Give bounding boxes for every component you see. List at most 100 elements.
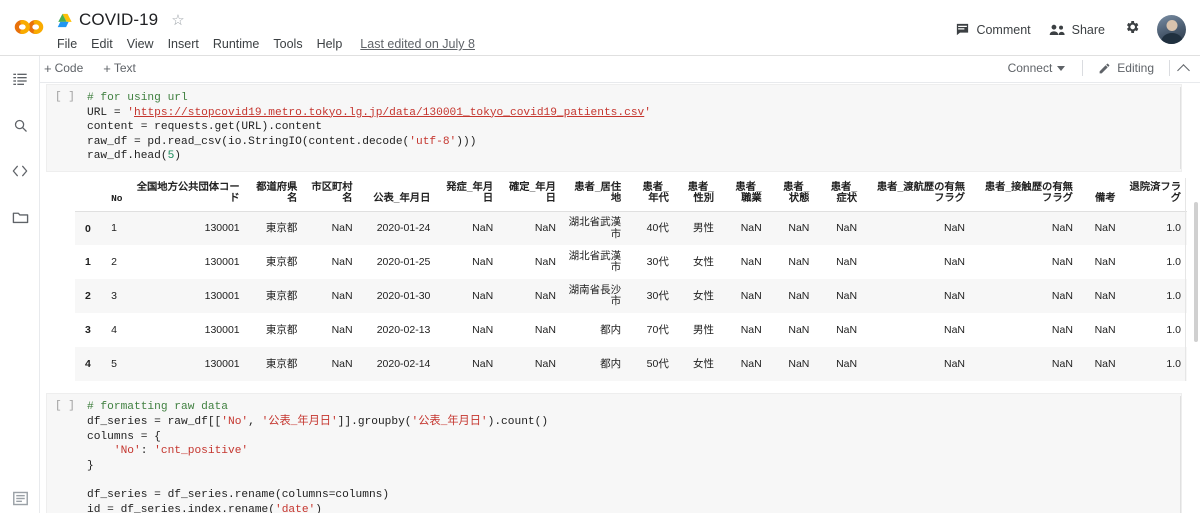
add-code-cell-button[interactable]: + Code [40,60,87,76]
page-title[interactable]: COVID-19 [79,10,158,30]
dataframe-cell: 30代 [646,289,669,302]
menu-insert[interactable]: Insert [168,37,199,51]
dataframe-column-header: 患者_年代 [627,179,675,212]
dataframe-cell: NaN [1051,323,1073,336]
dataframe-column-header: 全国地方公共団体コード [127,179,246,212]
colab-logo[interactable] [12,16,46,38]
code-token: id = df_series.index.rename( [87,503,275,513]
dataframe-cell: NaN [943,255,965,268]
code-token: https://stopcovid19.metro.tokyo.lg.jp/da… [134,106,645,119]
dataframe-cell: 130001 [204,221,240,234]
run-button-1[interactable]: [ ] [55,91,81,103]
notebook-toolbar: + Code + Text Connect Editing [0,56,1200,83]
dataframe-cell: NaN [1051,357,1073,370]
dataframe-cell: 70代 [646,323,669,336]
output-divider [1185,177,1186,382]
menu-file[interactable]: File [57,37,77,51]
code-token: # formatting raw data [87,401,228,414]
code-token: : [140,445,155,458]
dataframe-cell: 30代 [646,255,669,268]
code-token: raw_df = pd.read_csv(io.StringIO(content… [87,135,410,148]
settings-button[interactable] [1116,13,1148,46]
sidebar-item-files[interactable] [0,200,40,234]
dataframe-cell: NaN [788,255,810,268]
toolbar-divider [1082,60,1084,76]
star-icon[interactable]: ☆ [171,13,184,28]
dataframe-cell: NaN [472,323,494,336]
output-scrollbar[interactable] [1194,201,1198,342]
menu-bar: File Edit View Insert Runtime Tools Help… [57,35,475,53]
dataframe-column-header: 患者_居住地 [561,179,628,212]
dataframe-cell: NaN [836,289,858,302]
code-cell-1[interactable]: [ ] # for using url URL = 'https://stopco… [41,84,1200,385]
dataframe-cell: 女性 [693,357,715,370]
dataframe-cell: 1.0 [1166,255,1181,268]
title-block: COVID-19 ☆ File Edit View Insert Runtime… [57,8,475,53]
add-text-label: Text [113,61,136,75]
menu-view[interactable]: View [127,37,154,51]
code-cell-2[interactable]: [ ] # formatting raw data df_series = raw… [41,393,1200,513]
dataframe-cell: NaN [740,357,762,370]
dataframe-cell: NaN [331,221,353,234]
code-text-1[interactable]: # for using url URL = 'https://stopcovid1… [87,91,1181,164]
dataframe-column-header: 患者_渡航歴の有無フラグ [863,179,971,212]
dataframe-cell: 130001 [204,255,240,268]
add-text-cell-button[interactable]: + Text [99,60,140,76]
dataframe-cell: NaN [1094,221,1116,234]
code-line: content = requests.get(URL).content [87,120,1181,135]
menu-edit[interactable]: Edit [91,37,113,51]
editing-button[interactable]: Editing [1092,59,1160,77]
connect-label: Connect [1007,61,1053,75]
dataframe-cell: 4 [111,323,117,336]
chevron-up-icon[interactable] [1177,63,1190,77]
code-token: ' [127,106,135,119]
dataframe-cell: 東京都 [265,323,298,336]
comment-button[interactable]: Comment [946,17,1039,42]
dataframe-cell: NaN [331,357,353,370]
cell-divider [1180,396,1181,513]
dataframe-cell: NaN [472,221,494,234]
dataframe-cell: NaN [943,323,965,336]
notebook-body: [ ] # for using url URL = 'https://stopco… [41,84,1200,513]
sidebar-item-search[interactable] [0,108,40,142]
code-editor-1[interactable]: [ ] # for using url URL = 'https://stopco… [46,84,1182,172]
dataframe-column-header: No [105,179,128,212]
dataframe-column-header: 患者_状態 [767,179,816,212]
dataframe-cell: 湖北省武漢市 [568,249,622,274]
avatar[interactable] [1157,15,1186,44]
dataframe-cell: 湖南省長沙市 [568,283,622,308]
connect-button[interactable]: Connect [1000,59,1074,77]
menu-runtime[interactable]: Runtime [213,37,260,51]
dataframe-cell: 東京都 [265,289,298,302]
dataframe-cell: NaN [740,323,762,336]
dataframe-cell: 2020-01-24 [376,221,431,234]
plus-icon: + [103,60,111,76]
dataframe-cell: 東京都 [265,221,298,234]
code-line: id = df_series.index.rename('date') [87,503,1181,513]
dataframe-cell: NaN [534,289,556,302]
dataframe-index-cell: 3 [85,324,91,337]
sidebar-item-code-snippets[interactable] [0,154,40,188]
code-token: raw_df.head( [87,150,168,163]
code-text-2[interactable]: # formatting raw data df_series = raw_df[… [87,400,1181,513]
code-token: 'No' [113,445,141,458]
share-button[interactable]: Share [1040,18,1114,42]
dataframe-index-header [75,179,106,212]
dataframe-column-header: 都道府県名 [245,179,304,212]
table-row: 2 3 130001 東京都 NaN 2020-01-30 NaN NaN 湖南省長沙市 30代 女… [75,279,1187,314]
last-edited-link[interactable]: Last edited on July 8 [360,37,475,51]
code-editor-2[interactable]: [ ] # formatting raw data df_series = raw… [46,393,1182,513]
dataframe-cell: NaN [836,357,858,370]
sidebar-item-terminal[interactable] [0,490,40,507]
run-button-2[interactable]: [ ] [55,400,81,412]
dataframe-cell: 2020-02-14 [376,357,431,370]
sidebar-item-table-of-contents[interactable] [0,62,40,96]
dataframe-cell: NaN [836,255,858,268]
menu-help[interactable]: Help [317,37,343,51]
menu-tools[interactable]: Tools [273,37,302,51]
dataframe-cell: 2020-01-30 [376,289,431,302]
comment-icon [955,22,970,37]
code-token: 'date' [274,503,316,513]
dataframe-cell: NaN [472,255,494,268]
